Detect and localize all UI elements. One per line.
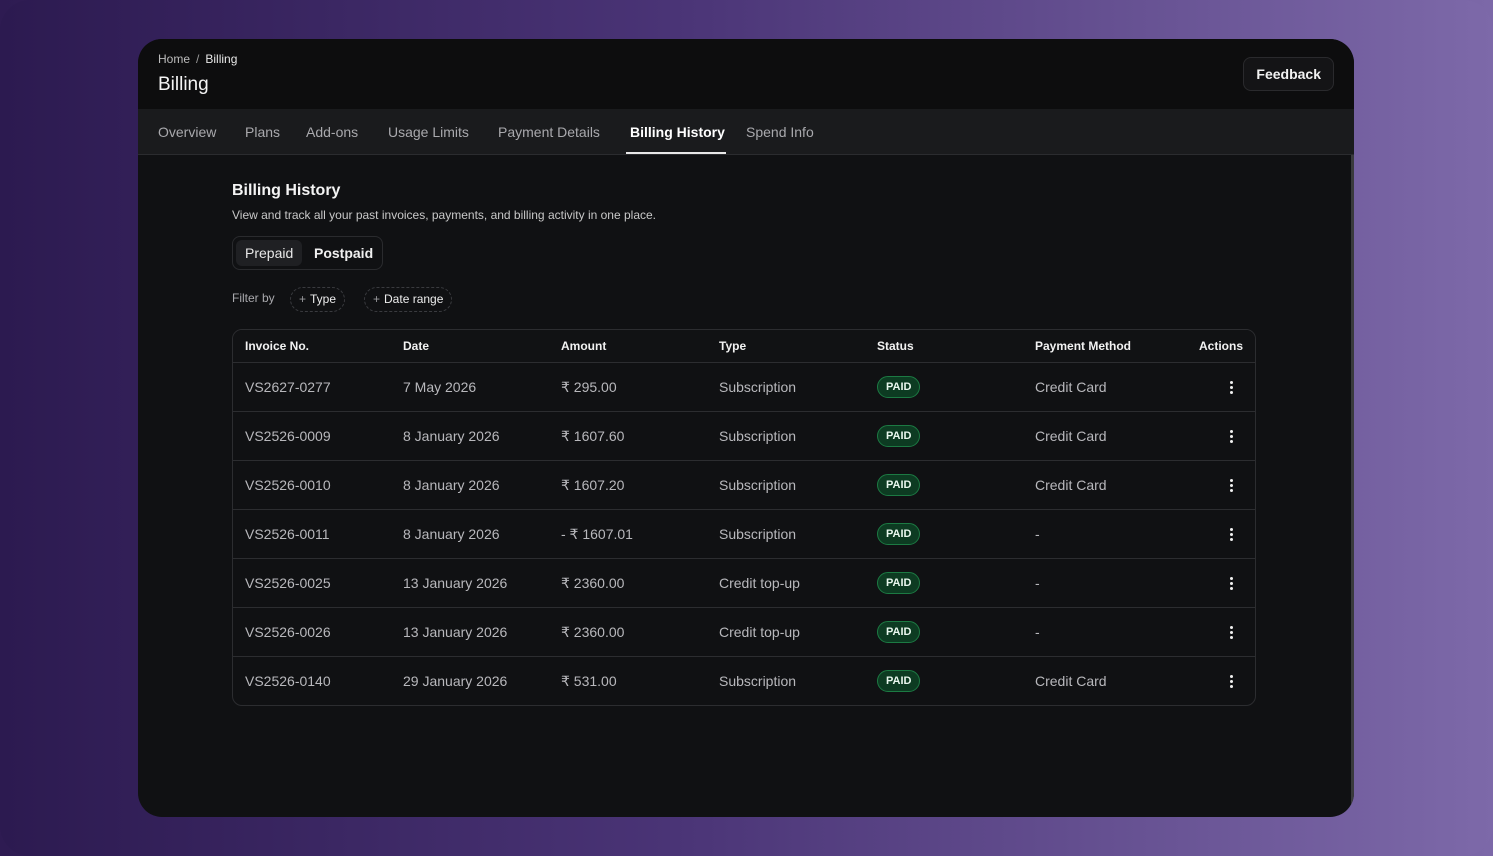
more-vertical-icon[interactable] (1227, 674, 1235, 690)
tab-add-ons[interactable]: Add-ons (306, 109, 358, 155)
date-range-filter-label: Date range (384, 292, 444, 306)
section-title: Billing History (232, 182, 341, 199)
plus-icon: + (299, 292, 307, 306)
invoice-date: 7 May 2026 (403, 379, 477, 395)
invoice-date: 13 January 2026 (403, 624, 508, 640)
plus-icon: + (373, 292, 381, 306)
filter-label: Filter by (232, 291, 275, 305)
table-header: Invoice No. Date Amount Type Status Paym… (233, 330, 1255, 363)
status-badge: PAID (877, 523, 921, 545)
billing-table: Invoice No. Date Amount Type Status Paym… (232, 329, 1256, 706)
feedback-button[interactable]: Feedback (1243, 57, 1334, 91)
status-badge: PAID (877, 376, 921, 398)
breadcrumb-home[interactable]: Home (158, 52, 190, 66)
invoice-amount: ₹ 531.00 (561, 673, 617, 689)
desktop-background: Home / Billing Billing Feedback Overview P… (0, 0, 1493, 856)
invoice-amount: ₹ 1607.20 (561, 477, 625, 493)
more-vertical-icon[interactable] (1227, 527, 1235, 543)
invoice-type: Subscription (719, 526, 797, 542)
invoice-number: VS2526-0026 (245, 624, 331, 640)
payment-method: Credit Card (1035, 477, 1107, 493)
more-vertical-icon[interactable] (1227, 625, 1235, 641)
invoice-number: VS2526-0010 (245, 477, 331, 493)
invoice-type: Credit top-up (719, 575, 800, 591)
invoice-amount: ₹ 295.00 (561, 379, 617, 395)
invoice-date: 8 January 2026 (403, 477, 500, 493)
status-badge: PAID (877, 425, 921, 447)
table-row: VS2526-0026 13 January 2026 ₹ 2360.00 Credi… (233, 608, 1255, 657)
invoice-type: Subscription (719, 673, 797, 689)
active-tab-indicator (626, 152, 726, 154)
invoice-number: VS2526-0140 (245, 673, 331, 689)
tab-billing-history[interactable]: Billing History (630, 109, 725, 155)
status-badge: PAID (877, 572, 921, 594)
breadcrumb-current: Billing (205, 52, 238, 66)
table-row: VS2526-0011 8 January 2026 - ₹ 1607.01 Subs… (233, 510, 1255, 559)
status-badge: PAID (877, 670, 921, 692)
section-description: View and track all your past invoices, p… (232, 208, 657, 222)
more-vertical-icon[interactable] (1227, 478, 1235, 494)
type-filter-label: Type (310, 292, 337, 306)
invoice-date: 29 January 2026 (403, 673, 508, 689)
payment-method: - (1035, 624, 1040, 640)
more-vertical-icon[interactable] (1227, 576, 1235, 592)
table-row: VS2627-0277 7 May 2026 ₹ 295.00 Subscriptio… (233, 363, 1255, 412)
invoice-amount: - ₹ 1607.01 (561, 526, 633, 542)
table-row: VS2526-0025 13 January 2026 ₹ 2360.00 Credi… (233, 559, 1255, 608)
column-header-type: Type (719, 339, 747, 353)
column-header-actions: Actions (1198, 339, 1243, 353)
tab-plans[interactable]: Plans (245, 109, 280, 155)
column-header-amount: Amount (561, 339, 607, 353)
invoice-number: VS2526-0009 (245, 428, 331, 444)
invoice-type: Credit top-up (719, 624, 800, 640)
tab-spend-info[interactable]: Spend Info (746, 109, 814, 155)
postpaid-option[interactable]: Postpaid (305, 240, 382, 266)
status-badge: PAID (877, 474, 921, 496)
payment-method: Credit Card (1035, 379, 1107, 395)
column-header-invoice: Invoice No. (245, 339, 310, 353)
page-header: Home / Billing Billing Feedback (138, 39, 1354, 109)
payment-method: - (1035, 526, 1040, 542)
invoice-date: 8 January 2026 (403, 428, 500, 444)
invoice-number: VS2627-0277 (245, 379, 331, 395)
page-title: Billing (158, 74, 209, 95)
date-range-filter-chip[interactable]: + Date range (364, 287, 453, 312)
scrollbar[interactable] (1351, 155, 1354, 805)
table-row: VS2526-0010 8 January 2026 ₹ 1607.20 Subscr… (233, 461, 1255, 510)
invoice-amount: ₹ 2360.00 (561, 575, 625, 591)
table-row: VS2526-0009 8 January 2026 ₹ 1607.60 Subscr… (233, 412, 1255, 461)
invoice-number: VS2526-0011 (245, 526, 330, 542)
table-row: VS2526-0140 29 January 2026 ₹ 531.00 Subscr… (233, 657, 1255, 705)
tab-payment-details[interactable]: Payment Details (498, 109, 600, 155)
payment-method: Credit Card (1035, 428, 1107, 444)
plan-type-toggle: Prepaid Postpaid (232, 236, 383, 270)
breadcrumb: Home / Billing (158, 52, 237, 66)
payment-method: Credit Card (1035, 673, 1107, 689)
breadcrumb-separator: / (196, 52, 200, 66)
invoice-type: Subscription (719, 379, 797, 395)
invoice-type: Subscription (719, 428, 797, 444)
more-vertical-icon[interactable] (1227, 429, 1235, 445)
more-vertical-icon[interactable] (1227, 380, 1235, 396)
status-badge: PAID (877, 621, 921, 643)
tab-usage-limits[interactable]: Usage Limits (388, 109, 469, 155)
tab-overview[interactable]: Overview (158, 109, 216, 155)
invoice-date: 8 January 2026 (403, 526, 500, 542)
billing-window: Home / Billing Billing Feedback Overview P… (138, 39, 1354, 817)
invoice-amount: ₹ 1607.60 (561, 428, 625, 444)
column-header-status: Status (877, 339, 914, 353)
tab-bar: Overview Plans Add-ons Usage Limits Paym… (138, 109, 1354, 155)
prepaid-option[interactable]: Prepaid (236, 240, 303, 266)
column-header-payment-method: Payment Method (1035, 339, 1132, 353)
invoice-amount: ₹ 2360.00 (561, 624, 625, 640)
payment-method: - (1035, 575, 1040, 591)
type-filter-chip[interactable]: + Type (290, 287, 346, 312)
column-header-date: Date (403, 339, 430, 353)
invoice-number: VS2526-0025 (245, 575, 331, 591)
invoice-date: 13 January 2026 (403, 575, 508, 591)
invoice-type: Subscription (719, 477, 797, 493)
